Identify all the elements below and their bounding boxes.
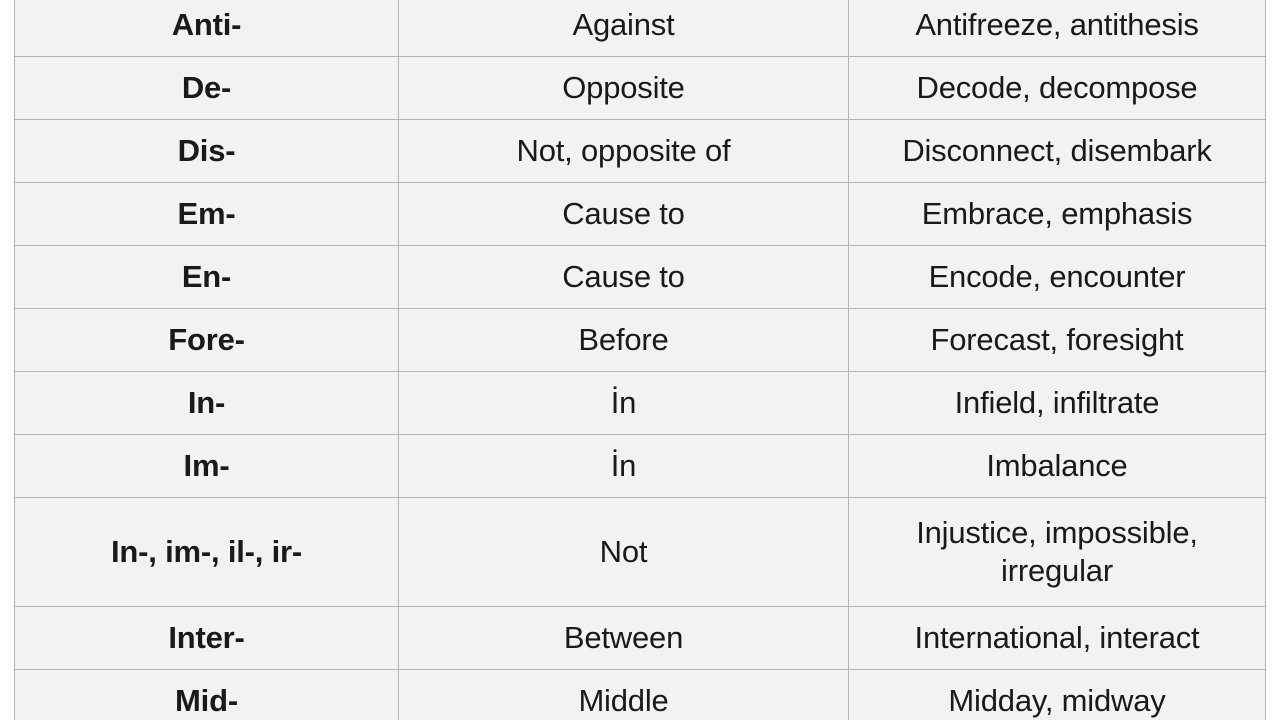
prefix-cell: Fore- [14, 308, 399, 372]
prefix-cell: Dis- [14, 119, 399, 183]
prefix-cell: De- [14, 56, 399, 120]
table-row: Mid- Middle Midday, midway [14, 669, 1266, 720]
meaning-cell: Against [398, 0, 849, 57]
meaning-cell: Not, opposite of [398, 119, 849, 183]
table-row: En- Cause to Encode, encounter [14, 245, 1266, 309]
prefix-cell: Im- [14, 434, 399, 498]
examples-cell: Imbalance [848, 434, 1266, 498]
table-row: De- Opposite Decode, decompose [14, 56, 1266, 120]
examples-cell: Injustice, impossible, irregular [848, 497, 1266, 607]
table-row: Dis- Not, opposite of Disconnect, disembar… [14, 119, 1266, 183]
table-body: Anti- Against Antifreeze, antithesis De- Opp… [14, 0, 1266, 720]
meaning-cell: Between [398, 606, 849, 670]
examples-cell: Forecast, foresight [848, 308, 1266, 372]
table-row: Fore- Before Forecast, foresight [14, 308, 1266, 372]
examples-cell: Decode, decompose [848, 56, 1266, 120]
meaning-cell: İn [398, 434, 849, 498]
meaning-cell: Not [398, 497, 849, 607]
prefix-cell: Mid- [14, 669, 399, 720]
prefix-meaning-examples-table: Anti- Against Antifreeze, antithesis De- Opp… [14, 0, 1266, 720]
meaning-cell: Opposite [398, 56, 849, 120]
prefix-cell: In- [14, 371, 399, 435]
prefix-cell: En- [14, 245, 399, 309]
meaning-cell: İn [398, 371, 849, 435]
examples-cell: Disconnect, disembark [848, 119, 1266, 183]
prefix-cell: Inter- [14, 606, 399, 670]
meaning-cell: Cause to [398, 245, 849, 309]
meaning-cell: Cause to [398, 182, 849, 246]
prefix-cell: Anti- [14, 0, 399, 57]
examples-cell: Midday, midway [848, 669, 1266, 720]
meaning-cell: Middle [398, 669, 849, 720]
table-row: Anti- Against Antifreeze, antithesis [14, 0, 1266, 57]
examples-cell: International, interact [848, 606, 1266, 670]
table-scroll-container: Anti- Against Antifreeze, antithesis De- Opp… [0, 0, 1279, 720]
prefix-cell: Em- [14, 182, 399, 246]
table-row: Im- İn Imbalance [14, 434, 1266, 498]
meaning-cell: Before [398, 308, 849, 372]
table-row: Em- Cause to Embrace, emphasis [14, 182, 1266, 246]
table-row: In- İn Infield, infiltrate [14, 371, 1266, 435]
prefix-cell: In-, im-, il-, ir- [14, 497, 399, 607]
examples-cell: Infield, infiltrate [848, 371, 1266, 435]
examples-cell: Antifreeze, antithesis [848, 0, 1266, 57]
table-viewport: Anti- Against Antifreeze, antithesis De- Opp… [0, 0, 1279, 720]
examples-cell: Encode, encounter [848, 245, 1266, 309]
examples-cell: Embrace, emphasis [848, 182, 1266, 246]
table-row: In-, im-, il-, ir- Not Injustice, impossib… [14, 497, 1266, 607]
table-row: Inter- Between International, interact [14, 606, 1266, 670]
